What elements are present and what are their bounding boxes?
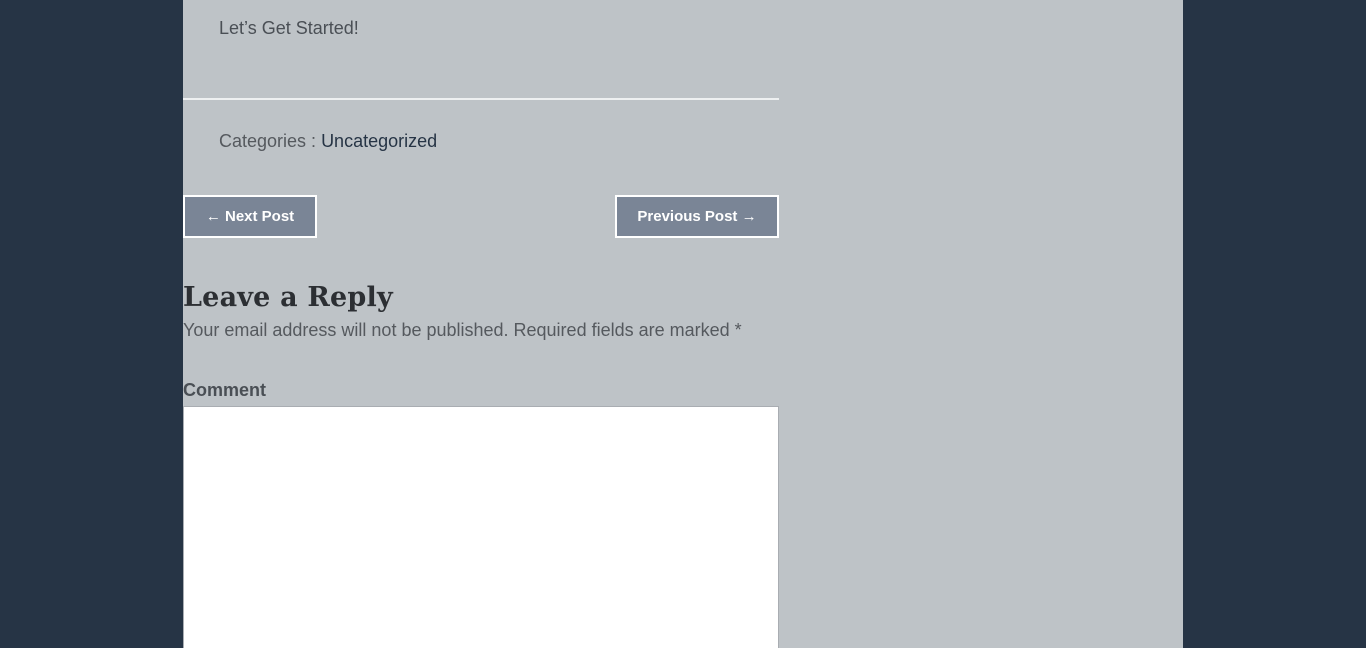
main-content: Let’s Get Started! Categories : Uncatego… <box>183 0 779 648</box>
reply-title: Leave a Reply <box>183 282 393 313</box>
reply-note-text: Your email address will not be published… <box>183 320 735 340</box>
required-marker: * <box>734 320 742 340</box>
next-post-button[interactable]: ← Next Post <box>183 195 317 238</box>
content-divider <box>183 98 779 100</box>
categories-label: Categories : <box>219 131 322 151</box>
page-container: Let’s Get Started! Categories : Uncatego… <box>183 0 1183 648</box>
post-closing-text: Let’s Get Started! <box>219 18 359 38</box>
post-categories: Categories : Uncategorized <box>219 131 437 152</box>
comment-label: Comment <box>183 380 267 400</box>
comment-textarea[interactable] <box>183 406 779 648</box>
previous-post-button[interactable]: Previous Post → <box>615 195 779 238</box>
category-link-uncategorized[interactable]: Uncategorized <box>321 131 437 151</box>
reply-note: Your email address will not be published… <box>183 320 742 341</box>
